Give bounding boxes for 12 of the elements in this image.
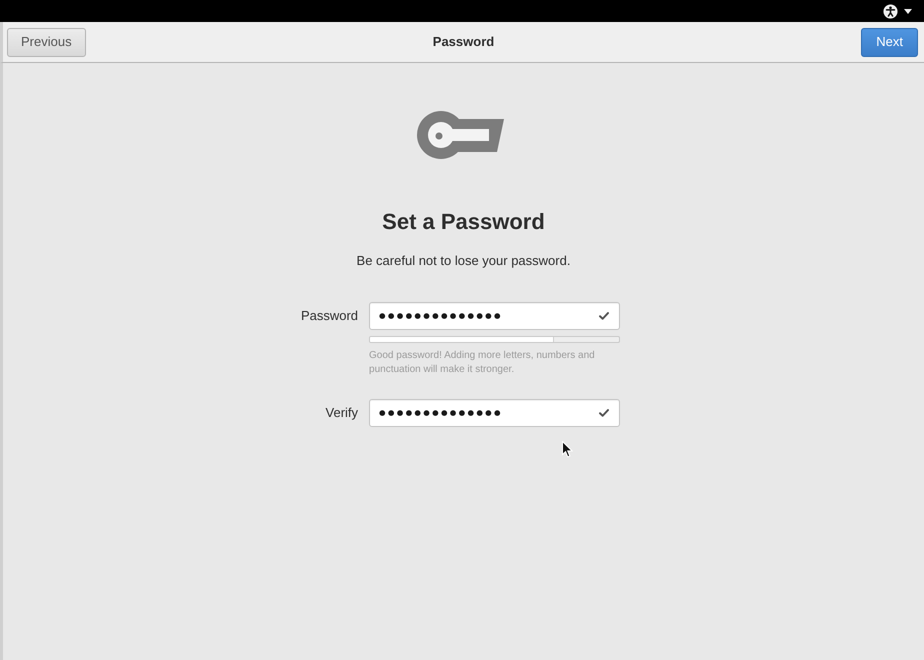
- caret-icon[interactable]: [904, 8, 912, 14]
- page-heading: Set a Password: [382, 208, 545, 236]
- window-title: Password: [432, 33, 494, 52]
- password-label: Password: [300, 307, 358, 326]
- verify-label: Verify: [324, 404, 358, 422]
- next-button[interactable]: Next: [861, 28, 918, 56]
- key-icon: [417, 109, 505, 161]
- page-subtitle: Be careful not to lose your password.: [356, 253, 570, 269]
- mouse-pointer-icon: [562, 441, 573, 458]
- password-hint: Good password! Adding more letters, numbers and punctuation will make it stronger.: [369, 349, 596, 377]
- accessibility-icon[interactable]: [883, 4, 898, 18]
- previous-button[interactable]: Previous: [7, 28, 86, 56]
